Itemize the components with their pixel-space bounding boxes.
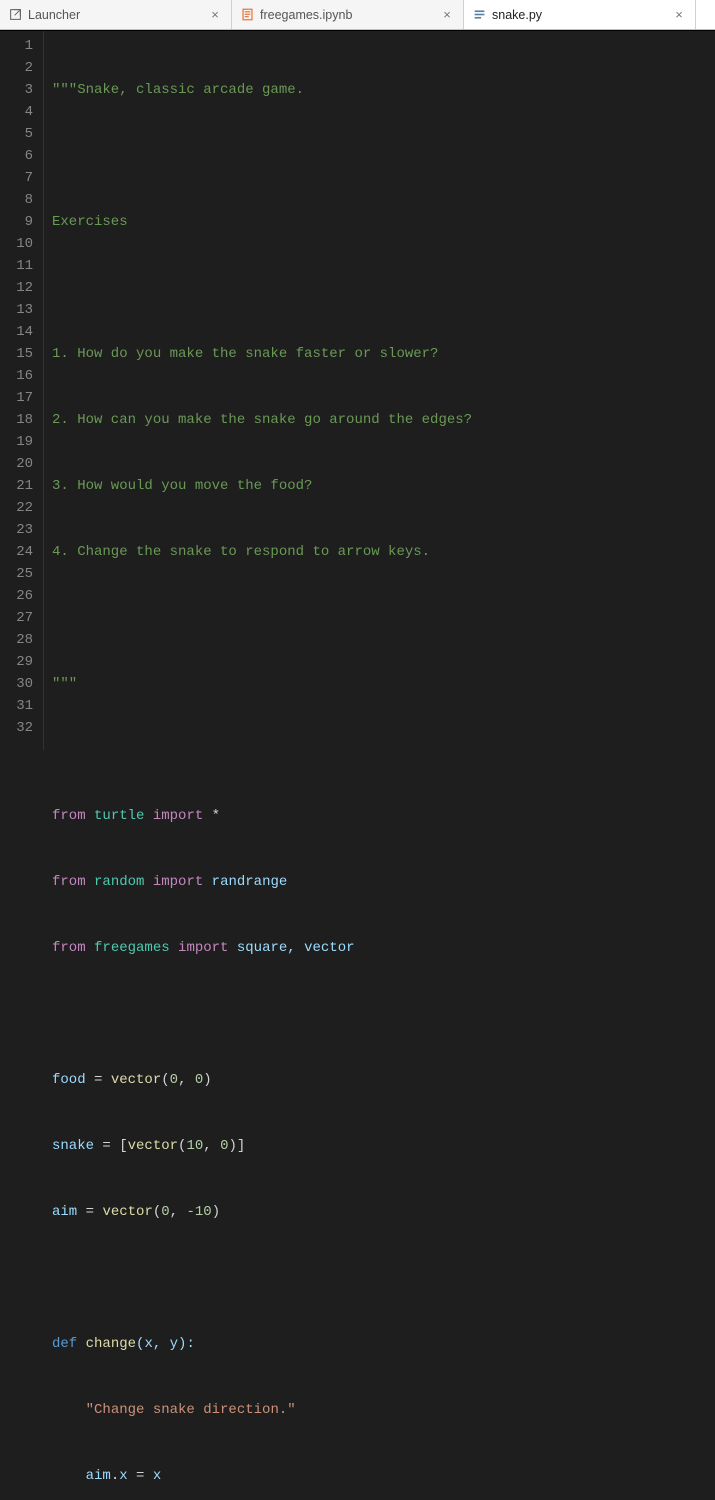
line-number: 17 <box>0 387 33 409</box>
line-number: 26 <box>0 585 33 607</box>
code-line: 3. How would you move the food? <box>52 475 506 497</box>
code-line <box>52 1003 506 1025</box>
code-line: from random import randrange <box>52 871 506 893</box>
line-number: 18 <box>0 409 33 431</box>
tab-bar: Launcher × freegames.ipynb × snake.py × <box>0 0 715 30</box>
line-number: 23 <box>0 519 33 541</box>
close-icon[interactable]: × <box>439 7 455 23</box>
close-icon[interactable]: × <box>671 7 687 23</box>
code-line: """ <box>52 673 506 695</box>
line-number: 5 <box>0 123 33 145</box>
code-line: aim.x = x <box>52 1465 506 1487</box>
notebook-icon <box>240 8 254 22</box>
tab-label: freegames.ipynb <box>260 8 433 22</box>
line-number: 15 <box>0 343 33 365</box>
line-number: 7 <box>0 167 33 189</box>
code-line: Exercises <box>52 211 506 233</box>
line-number: 11 <box>0 255 33 277</box>
line-number: 10 <box>0 233 33 255</box>
line-number: 30 <box>0 673 33 695</box>
close-icon[interactable]: × <box>207 7 223 23</box>
tab-label: snake.py <box>492 8 665 22</box>
code-line <box>52 277 506 299</box>
line-number: 27 <box>0 607 33 629</box>
line-number: 3 <box>0 79 33 101</box>
line-number: 22 <box>0 497 33 519</box>
line-number: 9 <box>0 211 33 233</box>
code-editor[interactable]: 1 2 3 4 5 6 7 8 9 10 11 12 13 14 15 16 1… <box>0 30 715 750</box>
line-number: 13 <box>0 299 33 321</box>
code-line <box>52 739 506 761</box>
line-number: 28 <box>0 629 33 651</box>
code-line: 4. Change the snake to respond to arrow … <box>52 541 506 563</box>
line-number: 19 <box>0 431 33 453</box>
tab-launcher[interactable]: Launcher × <box>0 0 232 29</box>
line-number: 20 <box>0 453 33 475</box>
tab-label: Launcher <box>28 8 201 22</box>
tab-snake-py[interactable]: snake.py × <box>464 0 696 29</box>
line-number: 2 <box>0 57 33 79</box>
code-line: def change(x, y): <box>52 1333 506 1355</box>
line-number: 31 <box>0 695 33 717</box>
line-number: 16 <box>0 365 33 387</box>
python-file-icon <box>472 8 486 22</box>
code-line: from turtle import * <box>52 805 506 827</box>
line-number: 25 <box>0 563 33 585</box>
code-line: snake = [vector(10, 0)] <box>52 1135 506 1157</box>
line-number: 32 <box>0 717 33 739</box>
launcher-icon <box>8 8 22 22</box>
code-line: """Snake, classic arcade game. <box>52 79 506 101</box>
code-line: "Change snake direction." <box>52 1399 506 1421</box>
code-line: from freegames import square, vector <box>52 937 506 959</box>
line-number: 1 <box>0 35 33 57</box>
line-number: 4 <box>0 101 33 123</box>
code-line <box>52 1267 506 1289</box>
code-line: 1. How do you make the snake faster or s… <box>52 343 506 365</box>
tab-freegames-notebook[interactable]: freegames.ipynb × <box>232 0 464 29</box>
line-number: 12 <box>0 277 33 299</box>
line-number: 24 <box>0 541 33 563</box>
line-number: 21 <box>0 475 33 497</box>
code-line <box>52 607 506 629</box>
code-line <box>52 145 506 167</box>
code-line: 2. How can you make the snake go around … <box>52 409 506 431</box>
code-line: aim = vector(0, -10) <box>52 1201 506 1223</box>
line-number: 8 <box>0 189 33 211</box>
line-number: 14 <box>0 321 33 343</box>
line-number: 29 <box>0 651 33 673</box>
code-line: food = vector(0, 0) <box>52 1069 506 1091</box>
line-number-gutter: 1 2 3 4 5 6 7 8 9 10 11 12 13 14 15 16 1… <box>0 31 44 750</box>
code-area[interactable]: """Snake, classic arcade game. Exercises… <box>44 31 506 750</box>
line-number: 6 <box>0 145 33 167</box>
